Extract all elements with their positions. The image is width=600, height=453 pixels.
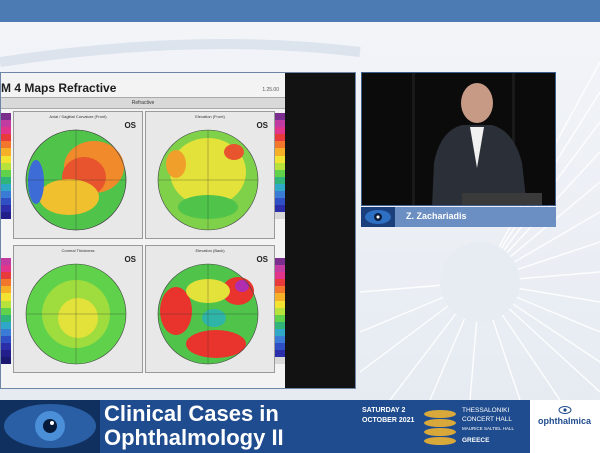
event-date: SATURDAY 2 OCTOBER 2021 [362, 406, 414, 426]
speaker-figure [362, 73, 555, 205]
top-bar [0, 0, 600, 22]
venue-line3: MAURICE SALTIEL HALL [462, 426, 515, 431]
eye-logo-icon [361, 207, 395, 227]
venue-line4: GREECE [462, 437, 490, 444]
event-title: Clinical Cases in Ophthalmology II [104, 402, 284, 450]
event-title-line1: Clinical Cases in [104, 401, 279, 426]
slide-content: M 4 Maps Refractive 1.25.00 Refractive A… [1, 73, 285, 388]
brand-name: ophthalmica [538, 416, 592, 426]
slide-title: M 4 Maps Refractive [1, 81, 117, 95]
map-elevation-front: Elevation (Front) OS [145, 111, 275, 239]
concert-hall-icon [424, 410, 456, 445]
eye-graphic-icon [0, 400, 100, 453]
ophthalmica-eye-icon [558, 406, 572, 414]
event-banner: Clinical Cases in Ophthalmology II SATUR… [0, 400, 600, 453]
event-venue: THESSALONIKI CONCERT HALL MAURICE SALTIE… [462, 406, 514, 445]
speaker-video [361, 72, 556, 206]
map-axial-curvature: Axial / Sagittal Curvature (Front) OS [13, 111, 143, 239]
speaker-nameplate: Z. Zachariadis [361, 207, 556, 227]
event-date-line2: OCTOBER 2021 [362, 417, 415, 424]
color-scale-right-top [275, 113, 285, 241]
color-scale-top [1, 113, 11, 241]
venue-line2: CONCERT HALL [462, 416, 512, 423]
slide-dark-strip [285, 73, 355, 388]
map-corneal-thickness: Corneal Thickness OS [13, 245, 143, 373]
shared-slide: M 4 Maps Refractive 1.25.00 Refractive A… [0, 72, 356, 389]
slide-date: 1.25.00 [262, 87, 279, 93]
section-bar: Refractive [1, 97, 285, 109]
sponsor-logo: ophthalmica [530, 400, 600, 453]
color-scale-bottom [1, 258, 11, 386]
speaker-name: Z. Zachariadis [406, 211, 467, 221]
venue-line1: THESSALONIKI [462, 407, 510, 414]
event-title-line2: Ophthalmology II [104, 425, 284, 450]
color-scale-right-bottom [275, 258, 285, 386]
event-date-line1: SATURDAY 2 [362, 407, 406, 414]
map-elevation-back: Elevation (Back) OS [145, 245, 275, 373]
